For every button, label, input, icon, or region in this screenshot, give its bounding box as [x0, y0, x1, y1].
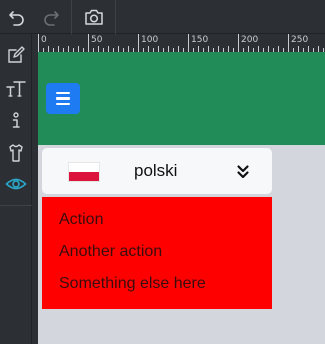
toolbar-divider: [71, 0, 72, 34]
language-select[interactable]: polski: [42, 148, 272, 194]
ruler-ticks: [38, 34, 324, 52]
dropdown-item-action[interactable]: Action: [59, 211, 103, 229]
undo-button[interactable]: [4, 4, 30, 30]
hamburger-icon-line: [56, 91, 70, 95]
dropdown-item-another-action[interactable]: Another action: [59, 243, 162, 261]
dropdown-item-something-else[interactable]: Something else here: [59, 275, 206, 293]
style-button[interactable]: [3, 140, 29, 166]
edit-icon: [8, 46, 25, 63]
info-icon: [12, 112, 20, 128]
redo-button[interactable]: [38, 4, 64, 30]
canvas: polski Action Another action Something e…: [38, 52, 325, 344]
screenshot-button[interactable]: [81, 4, 107, 30]
preview-button[interactable]: [3, 171, 29, 197]
toolbar-divider: [115, 0, 116, 34]
undo-icon: [9, 11, 24, 26]
language-dropdown-menu: Action Another action Something else her…: [42, 197, 272, 309]
edit-button[interactable]: [3, 42, 29, 68]
hamburger-icon-line: [56, 102, 70, 106]
hamburger-icon-line: [56, 97, 70, 100]
left-sidebar: [0, 34, 32, 344]
sidebar-divider: [0, 205, 32, 206]
double-chevron-down-icon: [237, 165, 249, 179]
top-toolbar: [0, 0, 325, 34]
horizontal-ruler: 0 50 100 150 200 250: [38, 34, 325, 52]
navbar: [38, 52, 325, 145]
navbar-toggler-button[interactable]: [46, 83, 80, 114]
camera-icon: [85, 9, 103, 25]
ruler-label: 50: [91, 35, 103, 45]
redo-icon: [44, 11, 59, 26]
flag-poland-icon: [68, 162, 100, 182]
ruler-label: 100: [141, 35, 159, 45]
ruler-label: 150: [191, 35, 209, 45]
ruler-label: 250: [291, 35, 309, 45]
shirt-icon: [9, 144, 23, 162]
text-button[interactable]: [3, 76, 29, 102]
eye-icon: [5, 178, 27, 190]
text-icon: [6, 81, 26, 97]
language-label: polski: [134, 161, 178, 180]
ruler-label: 0: [41, 35, 47, 45]
ruler-label: 200: [241, 35, 259, 45]
info-button[interactable]: [3, 108, 29, 134]
